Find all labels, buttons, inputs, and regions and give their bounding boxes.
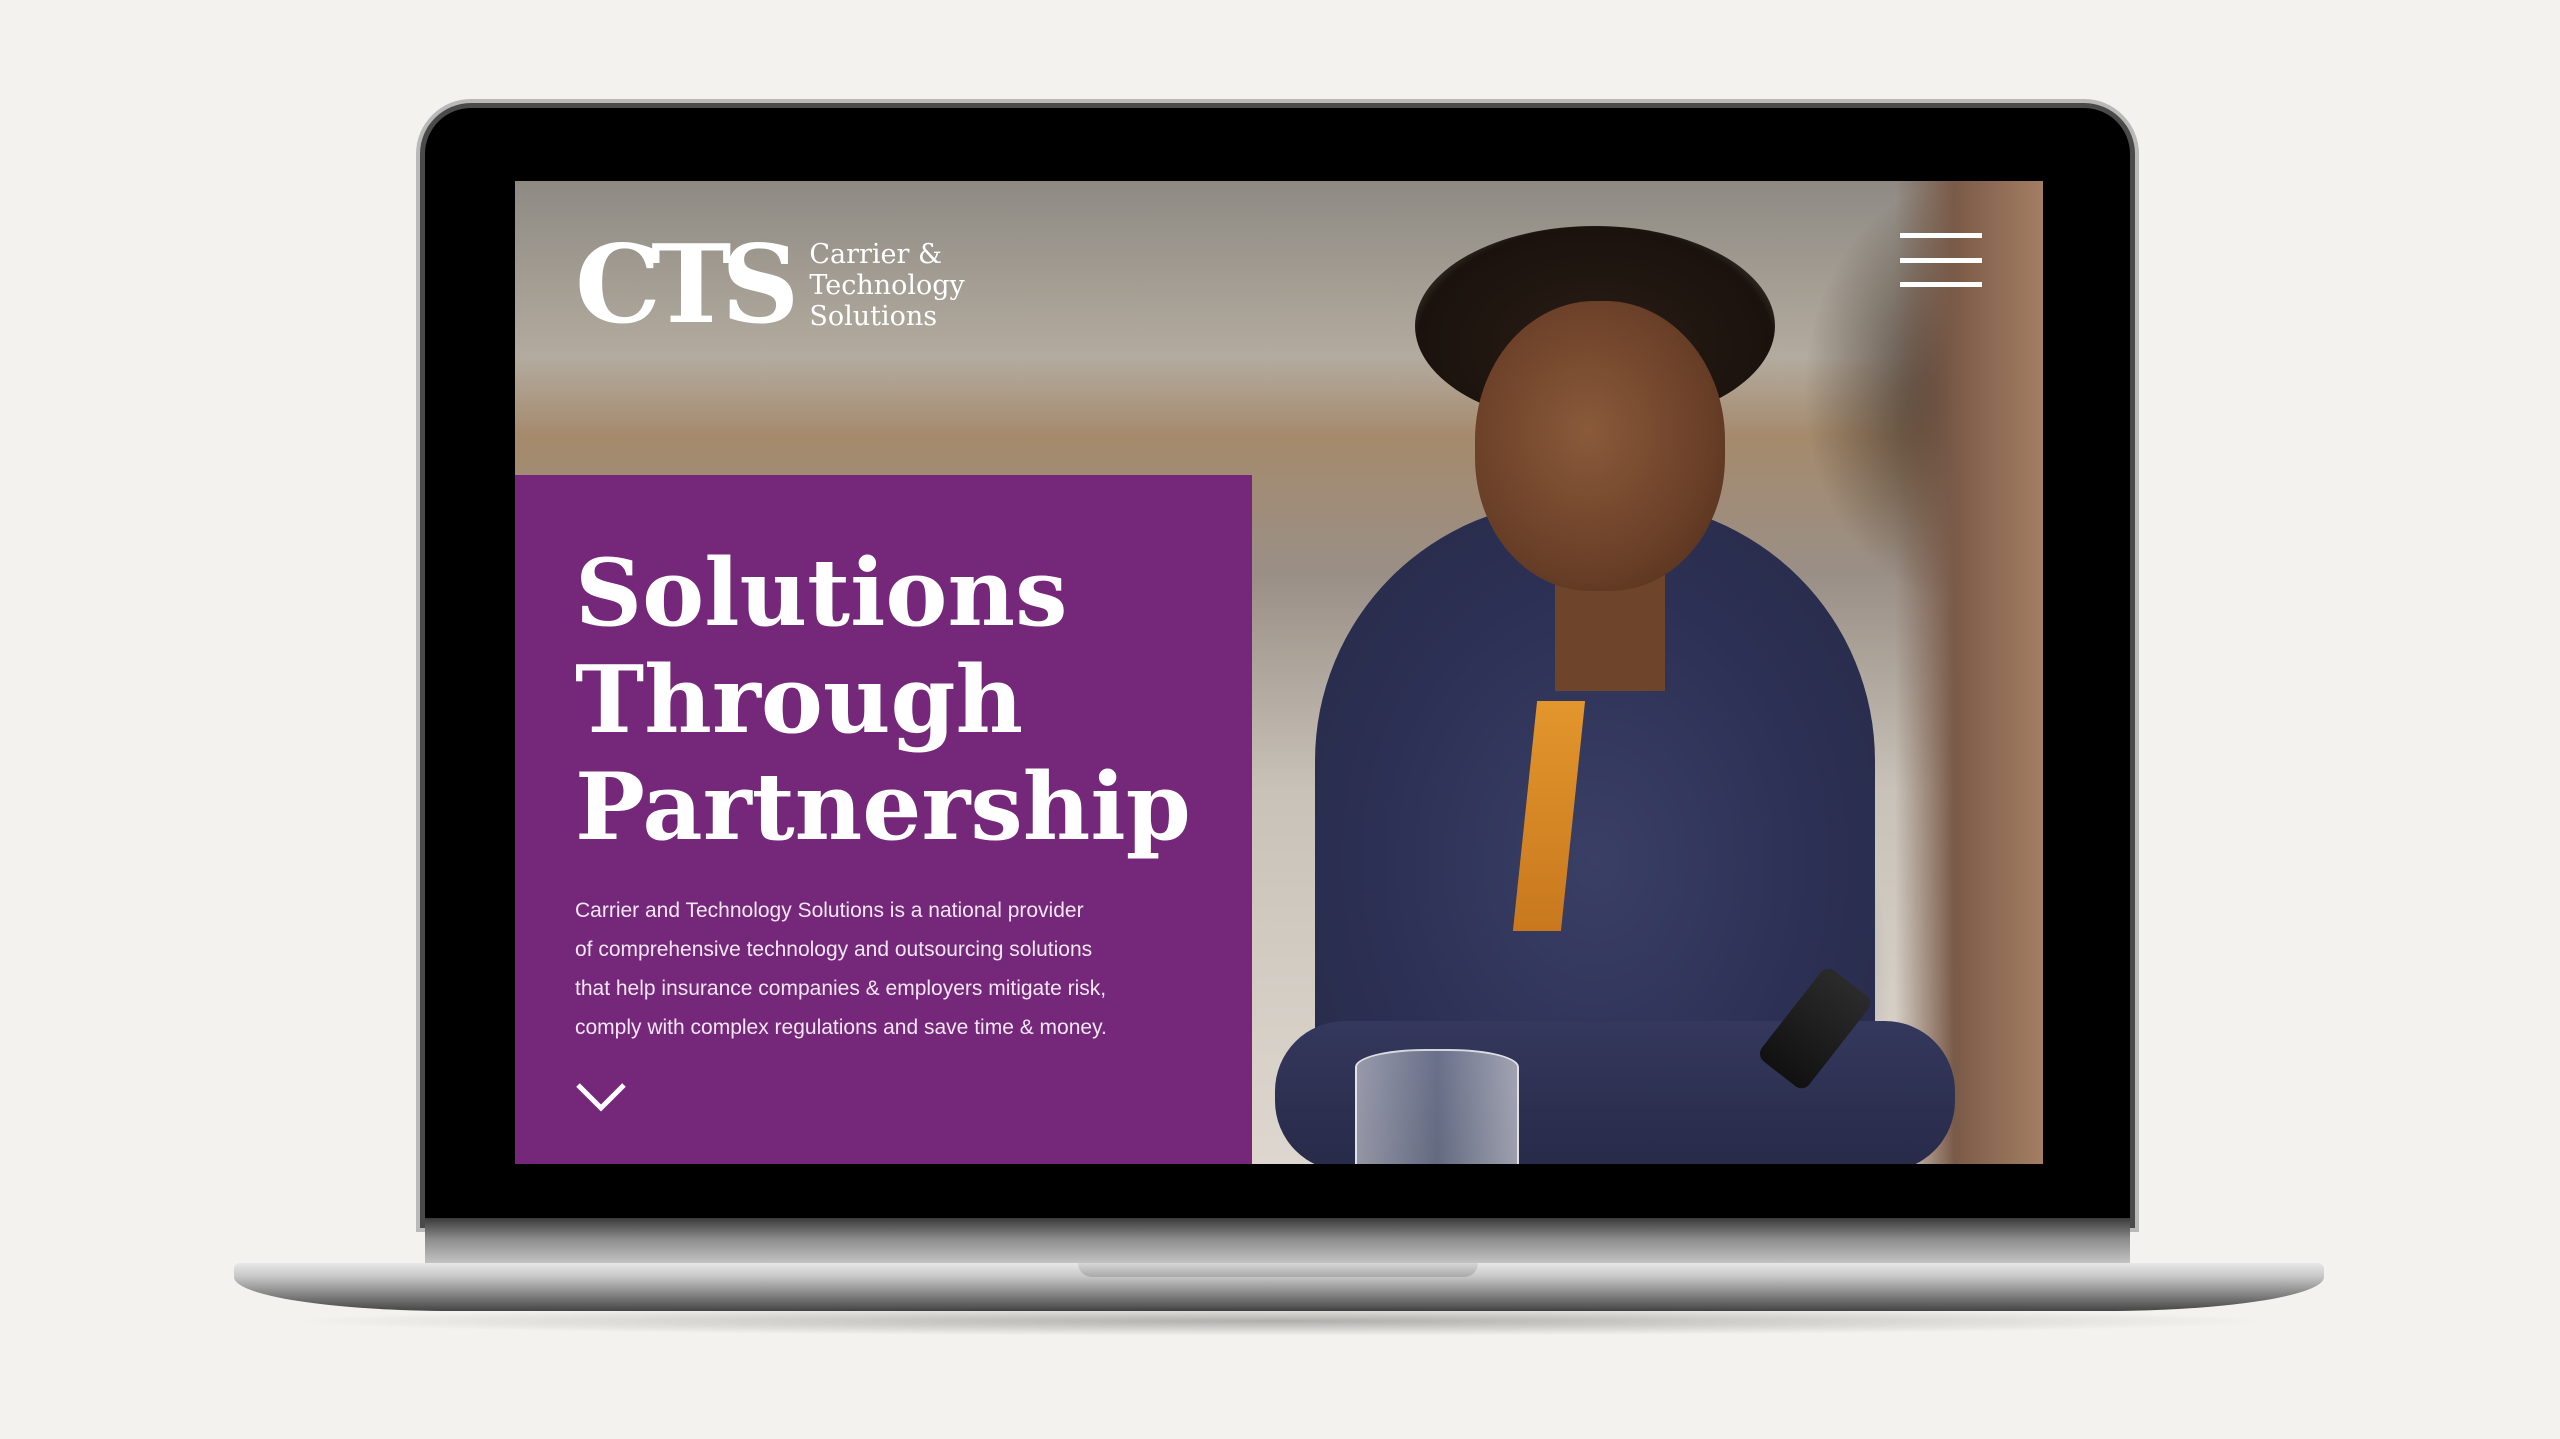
logo-text-line: Carrier & bbox=[809, 238, 943, 270]
hero-description: Carrier and Technology Solutions is a na… bbox=[575, 891, 1225, 1047]
laptop-notch bbox=[1078, 1263, 1478, 1277]
hero-title-line: Solutions bbox=[575, 538, 1068, 647]
logo-text-line: Technology bbox=[809, 269, 965, 301]
laptop-bezel-bottom bbox=[425, 1218, 2130, 1266]
hamburger-menu-icon[interactable] bbox=[1900, 233, 1982, 287]
menu-bar bbox=[1900, 257, 1982, 263]
photo-person-face bbox=[1475, 301, 1725, 591]
hero-title-line: Through bbox=[575, 645, 1024, 754]
hero-title-line: Partnership bbox=[575, 752, 1191, 861]
logo-text-line: Solutions bbox=[809, 300, 938, 332]
photo-background-blur bbox=[1895, 181, 2043, 1164]
hero-description-line: comply with complex regulations and save… bbox=[575, 1016, 1107, 1039]
cts-logo[interactable]: CTS Carrier & Technology Solutions bbox=[575, 231, 965, 339]
hero-title: Solutions Through Partnership bbox=[575, 539, 1191, 860]
laptop-screen: CTS Carrier & Technology Solutions Solut… bbox=[515, 181, 2043, 1164]
laptop-shadow bbox=[280, 1306, 2280, 1336]
photo-glass bbox=[1355, 1049, 1519, 1164]
menu-bar bbox=[1900, 233, 1982, 238]
hero-description-line: Carrier and Technology Solutions is a na… bbox=[575, 899, 1084, 922]
hero-panel: Solutions Through Partnership Carrier an… bbox=[515, 475, 1252, 1164]
logo-text: Carrier & Technology Solutions bbox=[809, 239, 964, 332]
hero-description-line: of comprehensive technology and outsourc… bbox=[575, 938, 1093, 961]
logo-mark: CTS bbox=[575, 222, 799, 348]
menu-bar bbox=[1900, 282, 1982, 287]
chevron-down-icon[interactable] bbox=[575, 1081, 627, 1113]
hero-description-line: that help insurance companies & employer… bbox=[575, 977, 1107, 1000]
